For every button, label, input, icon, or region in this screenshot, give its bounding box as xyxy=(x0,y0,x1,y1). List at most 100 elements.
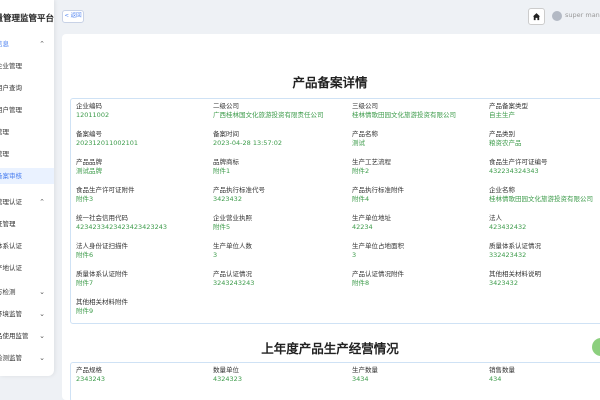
product-detail-grid: 企业编码 12011002 二级公司 广西桂林国文化旅游投资有限责任公司 三级公司 桂林情… xyxy=(70,98,600,324)
detail-field: 产品执行标准代号 3423432 xyxy=(213,186,265,204)
sidebar-item-label: 证管理 xyxy=(0,220,16,228)
sidebar-item[interactable]: 管理 xyxy=(0,124,54,140)
attachment-link[interactable]: 附件1 xyxy=(213,167,239,176)
sidebar-item-label: 用户查询 xyxy=(0,84,22,92)
field-value: 4324323 xyxy=(213,375,242,383)
field-label: 质量体系认证附件 xyxy=(76,270,128,278)
production-detail-grid: 产品规格 2343243 数量单位 4324323 生产数量 3434 销售数量 434 xyxy=(70,362,600,400)
detail-field: 数量单位 4324323 xyxy=(213,366,242,384)
sidebar-item-label: 品使用监管 xyxy=(0,332,29,340)
detail-field: 三级公司 桂林情歌田园文化旅游投资有限公司 xyxy=(352,102,456,120)
field-label: 数量单位 xyxy=(213,366,239,374)
sidebar-item[interactable]: 管理 xyxy=(0,146,54,162)
sidebar-item[interactable]: 证管理 xyxy=(0,216,54,232)
detail-field: 产品执行标准附件 附件4 xyxy=(352,186,404,204)
field-label: 三级公司 xyxy=(352,102,378,110)
sidebar-item[interactable]: 方检测 ⌄ xyxy=(0,284,54,300)
home-button[interactable] xyxy=(528,8,545,25)
back-button[interactable]: < 返回 xyxy=(62,10,84,23)
field-label: 备案编号 xyxy=(76,130,102,138)
detail-field: 二级公司 广西桂林国文化旅游投资有限责任公司 xyxy=(213,102,324,120)
field-label: 销售数量 xyxy=(489,366,515,374)
sidebar-item-label: 企业管理 xyxy=(0,62,22,70)
attachment-link[interactable]: 附件5 xyxy=(213,223,252,232)
sidebar-item-label: 检测监管 xyxy=(0,354,22,362)
field-label: 产品执行标准代号 xyxy=(213,186,265,194)
field-value: 434 xyxy=(489,375,502,383)
field-label: 产品认证情况附件 xyxy=(352,270,404,278)
sidebar-item-label: 产地认证 xyxy=(0,264,22,272)
field-label: 生产单位占地面积 xyxy=(352,242,404,250)
attachment-link[interactable]: 附件8 xyxy=(352,279,404,288)
detail-field: 质量体系认证情况 332423432 xyxy=(489,242,541,260)
user-name[interactable]: super manager xyxy=(565,11,600,19)
sidebar-item-label: 管理 xyxy=(0,150,9,158)
field-value: 4234233423423423423243 xyxy=(76,223,167,231)
field-label: 备案时间 xyxy=(213,130,239,138)
product-section-title: 产品备案详情 xyxy=(292,75,368,90)
field-label: 生产工艺流程 xyxy=(352,158,391,166)
field-value: 3423432 xyxy=(489,279,518,287)
home-icon xyxy=(532,13,541,21)
field-label: 质量体系认证情况 xyxy=(489,242,541,250)
detail-field: 产品类别 粮资农产品 xyxy=(489,130,522,148)
sidebar-item[interactable]: 检测监管 ⌄ xyxy=(0,350,54,366)
sidebar-item[interactable]: 用户管理 xyxy=(0,102,54,118)
detail-field: 食品生产许可证附件 附件3 xyxy=(76,186,135,204)
field-label: 其他相关材料附件 xyxy=(76,298,128,306)
sidebar-item[interactable]: 管理认证 ⌃ xyxy=(0,194,54,210)
field-label: 企业名称 xyxy=(489,186,515,194)
sidebar-item-label: 方检测 xyxy=(0,288,16,296)
field-label: 法人 xyxy=(489,214,502,222)
detail-field: 其他相关材料说明 3423432 xyxy=(489,270,541,288)
field-value: 测试 xyxy=(352,139,365,147)
sidebar-item[interactable]: 环境监管 ⌄ xyxy=(0,306,54,322)
sidebar-item[interactable]: 企业管理 xyxy=(0,58,54,74)
field-value: 2023-04-28 13:57:02 xyxy=(213,139,283,147)
attachment-link[interactable]: 附件7 xyxy=(76,279,128,288)
field-label: 生产数量 xyxy=(352,366,378,374)
attachment-link[interactable]: 附件3 xyxy=(76,195,135,204)
field-label: 产品备案类型 xyxy=(489,102,528,110)
detail-field: 品牌商标 附件1 xyxy=(213,158,239,176)
field-label: 法人身份证扫描件 xyxy=(76,242,128,250)
detail-field: 生产数量 3434 xyxy=(352,366,378,384)
detail-field: 备案编号 202312011002101 xyxy=(76,130,138,148)
sidebar-item[interactable]: 品使用监管 ⌄ xyxy=(0,328,54,344)
sidebar-item-label: 体系认证 xyxy=(0,242,22,250)
field-label: 产品认证情况 xyxy=(213,270,252,278)
sidebar-item[interactable]: 体系认证 xyxy=(0,238,54,254)
detail-card: 产品备案详情 企业编码 12011002 二级公司 广西桂林国文化旅游投资有限责任公司… xyxy=(62,34,600,400)
field-value: 3243243243 xyxy=(213,279,255,287)
chevron-up-icon: ⌃ xyxy=(39,40,45,48)
attachment-link[interactable]: 附件4 xyxy=(352,195,404,204)
detail-field: 产品名称 测试 xyxy=(352,130,378,148)
field-value: 3423432 xyxy=(213,195,242,203)
field-value: 桂林情歌田园文化旅游投资有限公司 xyxy=(352,111,456,119)
chevron-up-icon: ⌃ xyxy=(39,198,45,206)
attachment-link[interactable]: 附件9 xyxy=(76,307,128,316)
detail-field: 产品认证情况 3243243243 xyxy=(213,270,254,288)
detail-field: 产品备案类型 自主生产 xyxy=(489,102,528,120)
user-avatar-icon[interactable] xyxy=(552,11,562,21)
detail-field: 产品认证情况附件 附件8 xyxy=(352,270,404,288)
detail-field: 生产单位占地面积 3 xyxy=(352,242,404,260)
attachment-link[interactable]: 附件6 xyxy=(76,251,128,260)
detail-field: 生产单位地址 42234 xyxy=(352,214,391,232)
attachment-link[interactable]: 附件2 xyxy=(352,167,391,176)
sidebar-item[interactable]: 备案审核 xyxy=(0,168,54,184)
field-value: 3434 xyxy=(352,375,369,383)
sidebar-item[interactable]: 用户查询 xyxy=(0,80,54,96)
sidebar-item-label: 信息 xyxy=(0,40,9,48)
sidebar-item[interactable]: 产地认证 xyxy=(0,260,54,276)
field-value: 测试品牌 xyxy=(76,167,102,175)
field-label: 生产单位地址 xyxy=(352,214,391,222)
chevron-down-icon: ⌄ xyxy=(39,354,45,362)
chevron-down-icon: ⌄ xyxy=(39,310,45,318)
field-value: 423432432 xyxy=(489,223,527,231)
detail-field: 企业编码 12011002 xyxy=(76,102,109,120)
sidebar-item[interactable]: 信息 ⌃ xyxy=(0,36,54,52)
field-value: 202312011002101 xyxy=(76,139,139,147)
field-value: 42234 xyxy=(352,223,373,231)
field-label: 食品生产许可证附件 xyxy=(76,186,135,194)
